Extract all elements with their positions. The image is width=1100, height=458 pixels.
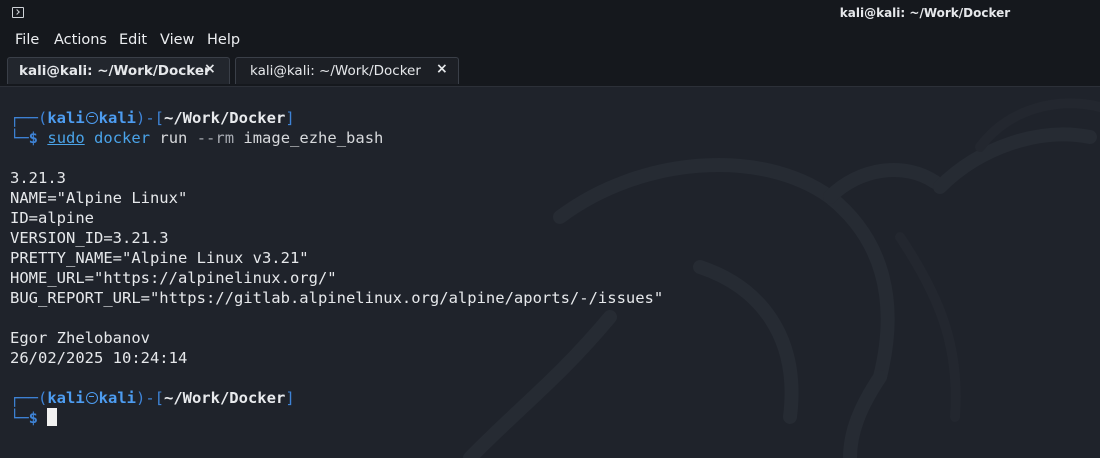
- output-line: BUG_REPORT_URL="https://gitlab.alpinelin…: [10, 289, 664, 307]
- terminal-app-icon[interactable]: [12, 7, 24, 18]
- prompt-host: kali: [98, 389, 136, 407]
- command-line-1: └─$ sudo docker run --rm image_ezhe_bash: [10, 128, 383, 148]
- output-line: NAME="Alpine Linux": [10, 189, 188, 207]
- prompt-corner: └─: [10, 409, 29, 427]
- title-bar: kali@kali: ~/Work/Docker: [0, 0, 1100, 28]
- window-title: kali@kali: ~/Work/Docker: [839, 6, 1011, 20]
- prompt-open: ┌──(: [10, 109, 48, 127]
- tab-1-label: kali@kali: ~/Work/Docker: [19, 63, 211, 79]
- output-line: Egor Zhelobanov: [10, 329, 150, 347]
- cmd-sudo: sudo: [47, 129, 85, 147]
- tab-2[interactable]: kali@kali: ~/Work/Docker ×: [235, 57, 459, 84]
- menu-edit[interactable]: Edit: [119, 32, 147, 48]
- cmd-image: image_ezhe_bash: [243, 129, 384, 147]
- prompt-user: kali: [47, 389, 85, 407]
- tab-1-close-icon[interactable]: ×: [204, 61, 216, 77]
- prompt-user: kali: [47, 109, 85, 127]
- prompt-line-2: ┌──(kali kali)-[~/Work/Docker]: [10, 388, 295, 408]
- menu-actions[interactable]: Actions: [54, 32, 107, 48]
- terminal-output-area[interactable]: ┌──(kali kali)-[~/Work/Docker] └─$ sudo d…: [0, 87, 1100, 458]
- prompt-close: ]: [285, 389, 295, 407]
- output-line: PRETTY_NAME="Alpine Linux v3.21": [10, 249, 309, 267]
- cmd-flag: --rm: [196, 129, 235, 147]
- output-line: 3.21.3: [10, 169, 66, 187]
- menu-help[interactable]: Help: [207, 32, 240, 48]
- terminal-window: kali@kali: ~/Work/Docker File Actions Ed…: [0, 0, 1100, 458]
- prompt-close: ]: [285, 109, 295, 127]
- kali-logo-icon: [85, 392, 98, 404]
- prompt-dollar: $: [28, 129, 39, 147]
- prompt-path: ~/Work/Docker: [163, 389, 286, 407]
- prompt-line-1: ┌──(kali kali)-[~/Work/Docker]: [10, 108, 295, 128]
- cmd-run: run: [159, 129, 188, 147]
- output-line: HOME_URL="https://alpinelinux.org/": [10, 269, 337, 287]
- prompt-open: ┌──(: [10, 389, 48, 407]
- tab-2-label: kali@kali: ~/Work/Docker: [250, 63, 421, 79]
- menu-bar: File Actions Edit View Help: [0, 28, 1100, 54]
- prompt-corner: └─: [10, 129, 29, 147]
- output-line: ID=alpine: [10, 209, 94, 227]
- tab-1[interactable]: kali@kali: ~/Work/Docker ×: [7, 57, 230, 84]
- kali-logo-icon: [85, 112, 98, 124]
- tab-2-close-icon[interactable]: ×: [436, 61, 448, 77]
- command-line-2[interactable]: └─$: [10, 408, 58, 428]
- cmd-docker: docker: [94, 129, 151, 147]
- prompt-mid: )-[: [135, 109, 164, 127]
- prompt-host: kali: [98, 109, 136, 127]
- output-line: 26/02/2025 10:24:14: [10, 349, 188, 367]
- menu-file[interactable]: File: [15, 32, 39, 48]
- prompt-dollar: $: [28, 409, 39, 427]
- menu-view[interactable]: View: [160, 32, 194, 48]
- text-cursor[interactable]: [47, 408, 58, 426]
- prompt-mid: )-[: [135, 389, 164, 407]
- prompt-path: ~/Work/Docker: [163, 109, 286, 127]
- output-line: VERSION_ID=3.21.3: [10, 229, 169, 247]
- tab-bar: kali@kali: ~/Work/Docker × kali@kali: ~/…: [0, 54, 1100, 87]
